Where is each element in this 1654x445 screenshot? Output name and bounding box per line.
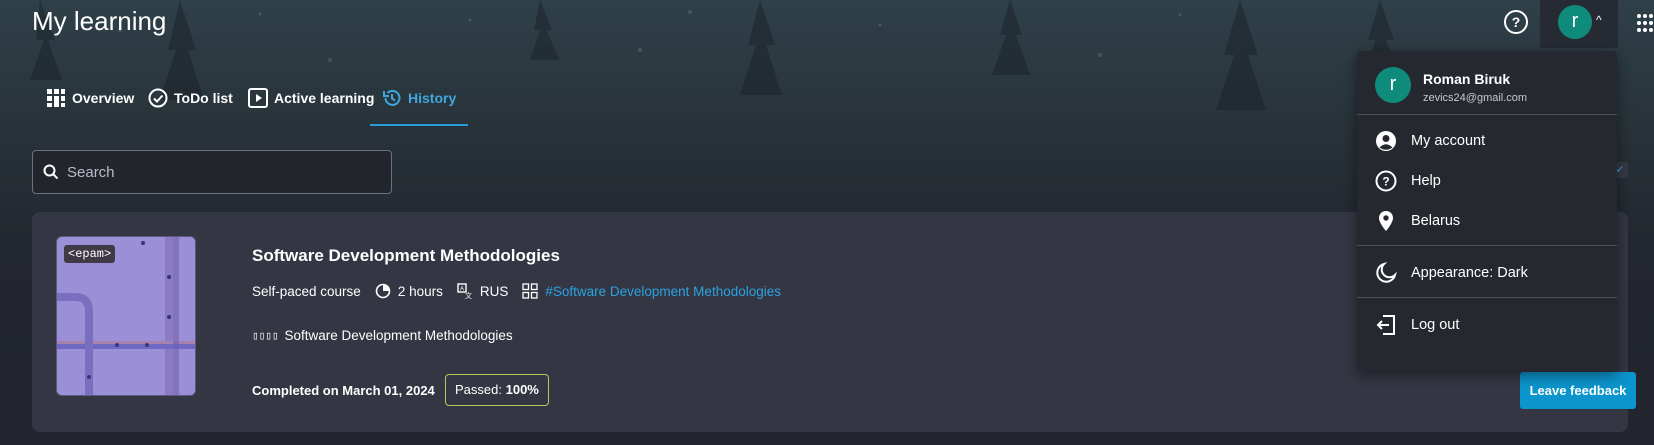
check-circle-icon bbox=[148, 88, 168, 108]
provider-prefix: ▯▯▯▯ bbox=[252, 329, 279, 342]
page-title: My learning bbox=[32, 6, 167, 36]
course-meta: Self-paced course 2 hours A 文 RUS #Softw… bbox=[252, 283, 795, 299]
avatar: r bbox=[1558, 5, 1592, 39]
tab-label: ToDo list bbox=[174, 90, 233, 106]
location-pin-icon bbox=[1379, 211, 1393, 231]
user-name: Roman Biruk bbox=[1423, 71, 1511, 87]
svg-text:文: 文 bbox=[465, 291, 472, 299]
completion-date: Completed on March 01, 2024 bbox=[252, 383, 435, 398]
tag-grid-icon bbox=[522, 283, 539, 299]
menu-item-my-account[interactable]: My account bbox=[1375, 130, 1485, 152]
history-icon bbox=[383, 89, 401, 106]
tab-label: History bbox=[408, 90, 457, 106]
search-input[interactable] bbox=[67, 163, 367, 181]
leave-feedback-button[interactable]: Leave feedback bbox=[1520, 372, 1636, 409]
course-title[interactable]: Software Development Methodologies bbox=[252, 246, 560, 266]
menu-item-label: Belarus bbox=[1411, 213, 1461, 229]
course-duration: 2 hours bbox=[397, 283, 443, 299]
tab-overview[interactable]: Overview bbox=[46, 86, 134, 126]
play-icon bbox=[248, 88, 268, 108]
moon-icon bbox=[1376, 262, 1397, 283]
tab-active-learning[interactable]: Active learning bbox=[248, 86, 374, 126]
menu-item-label: My account bbox=[1411, 133, 1486, 149]
provider-name: Software Development Methodologies bbox=[284, 328, 513, 343]
user-email: zevics24@gmail.com bbox=[1423, 92, 1528, 104]
help-circle-icon: ? bbox=[1375, 170, 1397, 192]
chevron-up-icon: ^ bbox=[1596, 13, 1602, 27]
tab-todo-list[interactable]: ToDo list bbox=[148, 86, 233, 126]
menu-item-label: Log out bbox=[1411, 317, 1460, 333]
passed-badge: Passed: 100% bbox=[445, 374, 549, 406]
grid-icon bbox=[47, 89, 65, 107]
course-provider: ▯▯▯▯ Software Development Methodologies bbox=[252, 328, 513, 343]
user-menu-dropdown: r Roman Biruk zevics24@gmail.com My acco… bbox=[1357, 51, 1617, 371]
svg-text:?: ? bbox=[1382, 175, 1389, 189]
menu-divider bbox=[1357, 245, 1617, 246]
menu-divider bbox=[1357, 297, 1617, 298]
search-box[interactable] bbox=[32, 150, 392, 194]
avatar: r bbox=[1375, 67, 1411, 103]
menu-item-label: Help bbox=[1411, 173, 1441, 189]
menu-item-log-out[interactable]: Log out bbox=[1375, 314, 1459, 336]
course-thumbnail: <epam> bbox=[56, 236, 196, 396]
clock-icon bbox=[375, 283, 391, 299]
apps-grid-icon[interactable] bbox=[1636, 13, 1654, 33]
menu-item-label: Appearance: Dark bbox=[1411, 265, 1528, 281]
menu-item-appearance[interactable]: Appearance: Dark bbox=[1375, 262, 1528, 284]
user-info: r Roman Biruk zevics24@gmail.com bbox=[1375, 67, 1527, 104]
help-icon[interactable]: ? bbox=[1504, 10, 1528, 34]
account-circle-icon bbox=[1376, 131, 1396, 151]
search-icon bbox=[43, 164, 59, 180]
menu-divider bbox=[1357, 114, 1617, 115]
svg-text:A: A bbox=[460, 287, 464, 293]
menu-item-help[interactable]: ? Help bbox=[1375, 170, 1441, 192]
user-menu-button[interactable]: r ^ bbox=[1540, 0, 1618, 48]
epam-logo: <epam> bbox=[64, 245, 116, 263]
passed-label: Passed: bbox=[455, 382, 502, 397]
tab-label: Active learning bbox=[274, 90, 375, 106]
language-icon: A 文 bbox=[457, 283, 472, 299]
course-language: RUS bbox=[479, 283, 509, 299]
tab-label: Overview bbox=[72, 90, 135, 106]
passed-value: 100% bbox=[505, 382, 539, 397]
course-tag-link[interactable]: #Software Development Methodologies bbox=[545, 284, 781, 299]
menu-item-location[interactable]: Belarus bbox=[1375, 210, 1460, 232]
tab-history[interactable]: History bbox=[369, 86, 469, 126]
course-type: Self-paced course bbox=[252, 283, 361, 299]
logout-icon bbox=[1376, 315, 1395, 335]
